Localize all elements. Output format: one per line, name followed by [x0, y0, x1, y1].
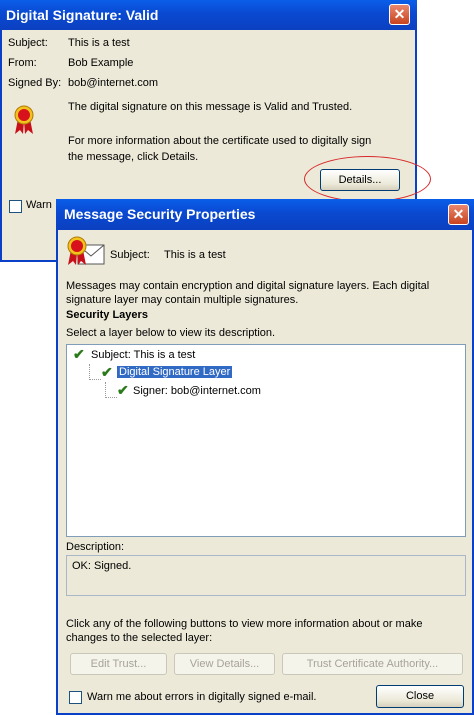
close-icon: ✕: [452, 206, 465, 222]
warn-label-partial: Warn: [26, 199, 52, 211]
view-details-button[interactable]: View Details...: [174, 653, 275, 675]
signed-envelope-icon: [67, 236, 105, 265]
buttons-hint-line1: Click any of the following buttons to vi…: [66, 618, 423, 630]
tree-connector: [105, 382, 106, 398]
intro-text-line1: Messages may contain encryption and digi…: [66, 280, 430, 292]
signed-by-label: Signed By:: [8, 77, 62, 89]
description-value: OK: Signed.: [72, 560, 132, 572]
info-text-line2: the message, click Details.: [68, 151, 199, 163]
intro-text-line2: signature layer may contain multiple sig…: [66, 294, 299, 306]
description-box: OK: Signed.: [66, 555, 466, 596]
security-subject-label: Subject:: [110, 249, 150, 261]
tree-connector: [89, 379, 101, 380]
signature-dialog-close-button[interactable]: ✕: [389, 4, 410, 25]
trust-certificate-authority-button[interactable]: Trust Certificate Authority...: [282, 653, 463, 675]
check-icon: ✔: [73, 346, 85, 362]
select-layer-hint: Select a layer below to view its descrip…: [66, 327, 276, 339]
signature-dialog-title: Digital Signature: Valid: [0, 0, 417, 30]
warn-errors-label: Warn me about errors in digitally signed…: [87, 691, 317, 703]
message-security-properties-dialog: Message Security Properties ✕ Subject: T…: [56, 199, 474, 715]
close-button[interactable]: Close: [376, 685, 464, 708]
edit-trust-button[interactable]: Edit Trust...: [70, 653, 167, 675]
tree-node-digital-signature-layer[interactable]: Digital Signature Layer: [117, 366, 233, 378]
warn-errors-checkbox[interactable]: [69, 691, 82, 704]
close-icon: ✕: [393, 6, 406, 22]
signature-status-text: The digital signature on this message is…: [68, 101, 353, 113]
security-subject-value: This is a test: [164, 249, 226, 261]
buttons-hint-line2: changes to the selected layer:: [66, 632, 213, 644]
warn-checkbox-partial[interactable]: [9, 200, 22, 213]
signed-by-value: bob@internet.com: [68, 77, 159, 89]
details-highlight-ring: [304, 156, 431, 202]
security-dialog-title: Message Security Properties: [56, 199, 474, 230]
from-value: Bob Example: [68, 57, 134, 69]
check-icon: ✔: [101, 364, 113, 380]
security-layers-tree[interactable]: ✔ Subject: This is a test ✔ Digital Sign…: [66, 344, 466, 537]
certificate-ribbon-icon: [14, 105, 34, 134]
tree-connector: [89, 364, 90, 380]
security-layers-heading: Security Layers: [66, 309, 148, 321]
subject-value: This is a test: [68, 37, 130, 49]
from-label: From:: [8, 57, 37, 69]
tree-connector: [105, 397, 117, 398]
subject-label: Subject:: [8, 37, 48, 49]
description-label: Description:: [66, 541, 125, 553]
check-icon: ✔: [117, 382, 129, 398]
tree-node-subject[interactable]: Subject: This is a test: [91, 349, 195, 361]
tree-node-signer[interactable]: Signer: bob@internet.com: [133, 385, 261, 397]
security-dialog-close-button[interactable]: ✕: [448, 204, 469, 225]
info-text-line1: For more information about the certifica…: [68, 135, 372, 147]
